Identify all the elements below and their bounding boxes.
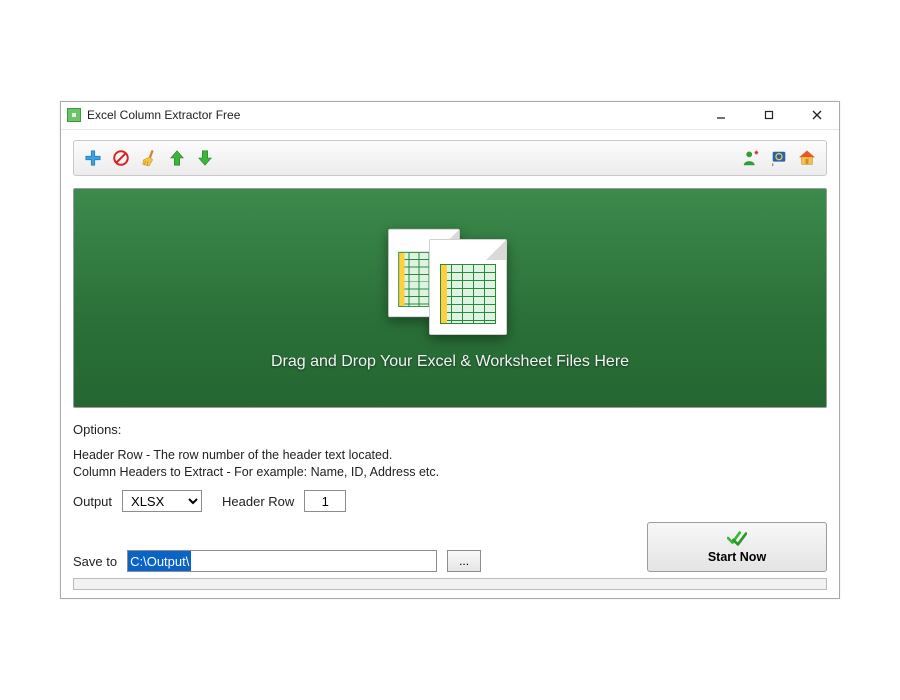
saveto-input[interactable] xyxy=(127,550,437,572)
titlebar: Excel Column Extractor Free xyxy=(61,102,839,130)
bottom-row: Save to C:\Output\ ... Start Now xyxy=(73,522,827,572)
arrow-up-icon xyxy=(168,149,186,167)
output-format-select[interactable]: XLSX xyxy=(122,490,202,512)
drop-zone-text: Drag and Drop Your Excel & Worksheet Fil… xyxy=(271,353,629,371)
saveto-label: Save to xyxy=(73,554,117,569)
browse-button[interactable]: ... xyxy=(447,550,481,572)
spreadsheet-files-icon xyxy=(385,225,515,335)
header-row-input[interactable] xyxy=(304,490,346,512)
maximize-button[interactable] xyxy=(753,105,785,125)
progress-bar xyxy=(73,578,827,590)
checkmarks-icon xyxy=(727,530,747,548)
add-button[interactable] xyxy=(82,147,104,169)
app-window: Excel Column Extractor Free xyxy=(60,101,840,600)
header-row-label: Header Row xyxy=(222,494,294,509)
window-controls xyxy=(705,105,833,125)
app-icon xyxy=(67,108,81,122)
toolbar xyxy=(73,140,827,176)
start-button-label: Start Now xyxy=(708,550,766,564)
output-label: Output xyxy=(73,494,112,509)
user-plus-icon xyxy=(742,149,760,167)
arrow-down-icon xyxy=(196,149,214,167)
home-button[interactable] xyxy=(796,147,818,169)
prohibit-icon xyxy=(112,149,130,167)
plus-icon xyxy=(84,149,102,167)
clear-button[interactable] xyxy=(138,147,160,169)
options-section: Options: Header Row - The row number of … xyxy=(73,422,827,591)
help-line-2: Column Headers to Extract - For example:… xyxy=(73,464,827,481)
options-heading: Options: xyxy=(73,422,827,437)
flag-icon xyxy=(770,149,788,167)
close-button[interactable] xyxy=(801,105,833,125)
remove-button[interactable] xyxy=(110,147,132,169)
move-down-button[interactable] xyxy=(194,147,216,169)
language-button[interactable] xyxy=(768,147,790,169)
minimize-button[interactable] xyxy=(705,105,737,125)
saveto-row: Save to C:\Output\ ... xyxy=(73,550,629,572)
home-icon xyxy=(798,149,816,167)
about-button[interactable] xyxy=(740,147,762,169)
drop-zone[interactable]: Drag and Drop Your Excel & Worksheet Fil… xyxy=(73,188,827,408)
options-help: Header Row - The row number of the heade… xyxy=(73,447,827,481)
broom-icon xyxy=(140,149,158,167)
help-line-1: Header Row - The row number of the heade… xyxy=(73,447,827,464)
client-area: Drag and Drop Your Excel & Worksheet Fil… xyxy=(61,130,839,599)
start-button[interactable]: Start Now xyxy=(647,522,827,572)
move-up-button[interactable] xyxy=(166,147,188,169)
window-title: Excel Column Extractor Free xyxy=(87,108,705,122)
output-row: Output XLSX Header Row xyxy=(73,490,827,512)
